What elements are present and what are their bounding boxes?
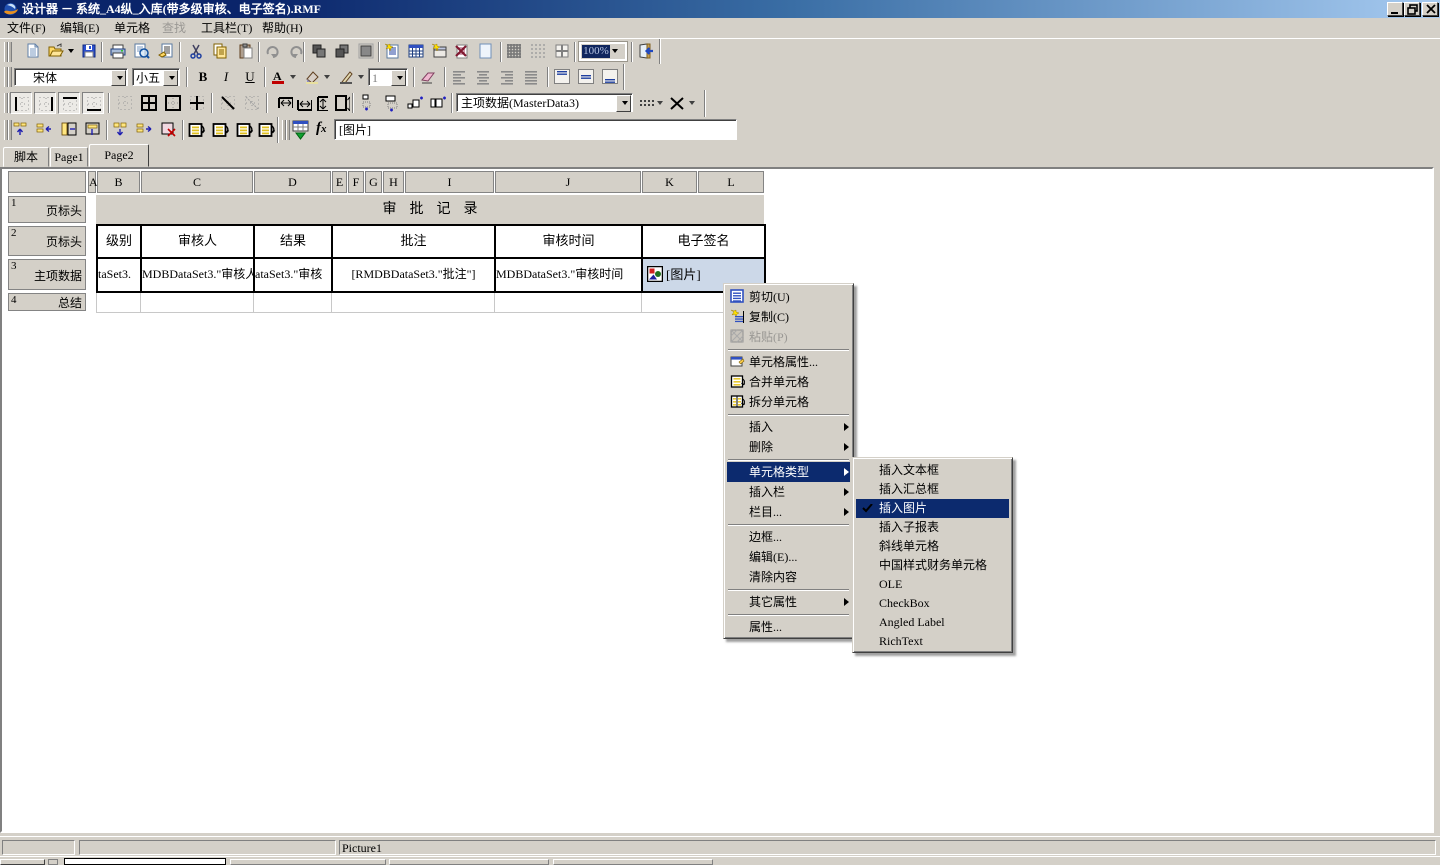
svg-text:A: A <box>273 69 282 83</box>
